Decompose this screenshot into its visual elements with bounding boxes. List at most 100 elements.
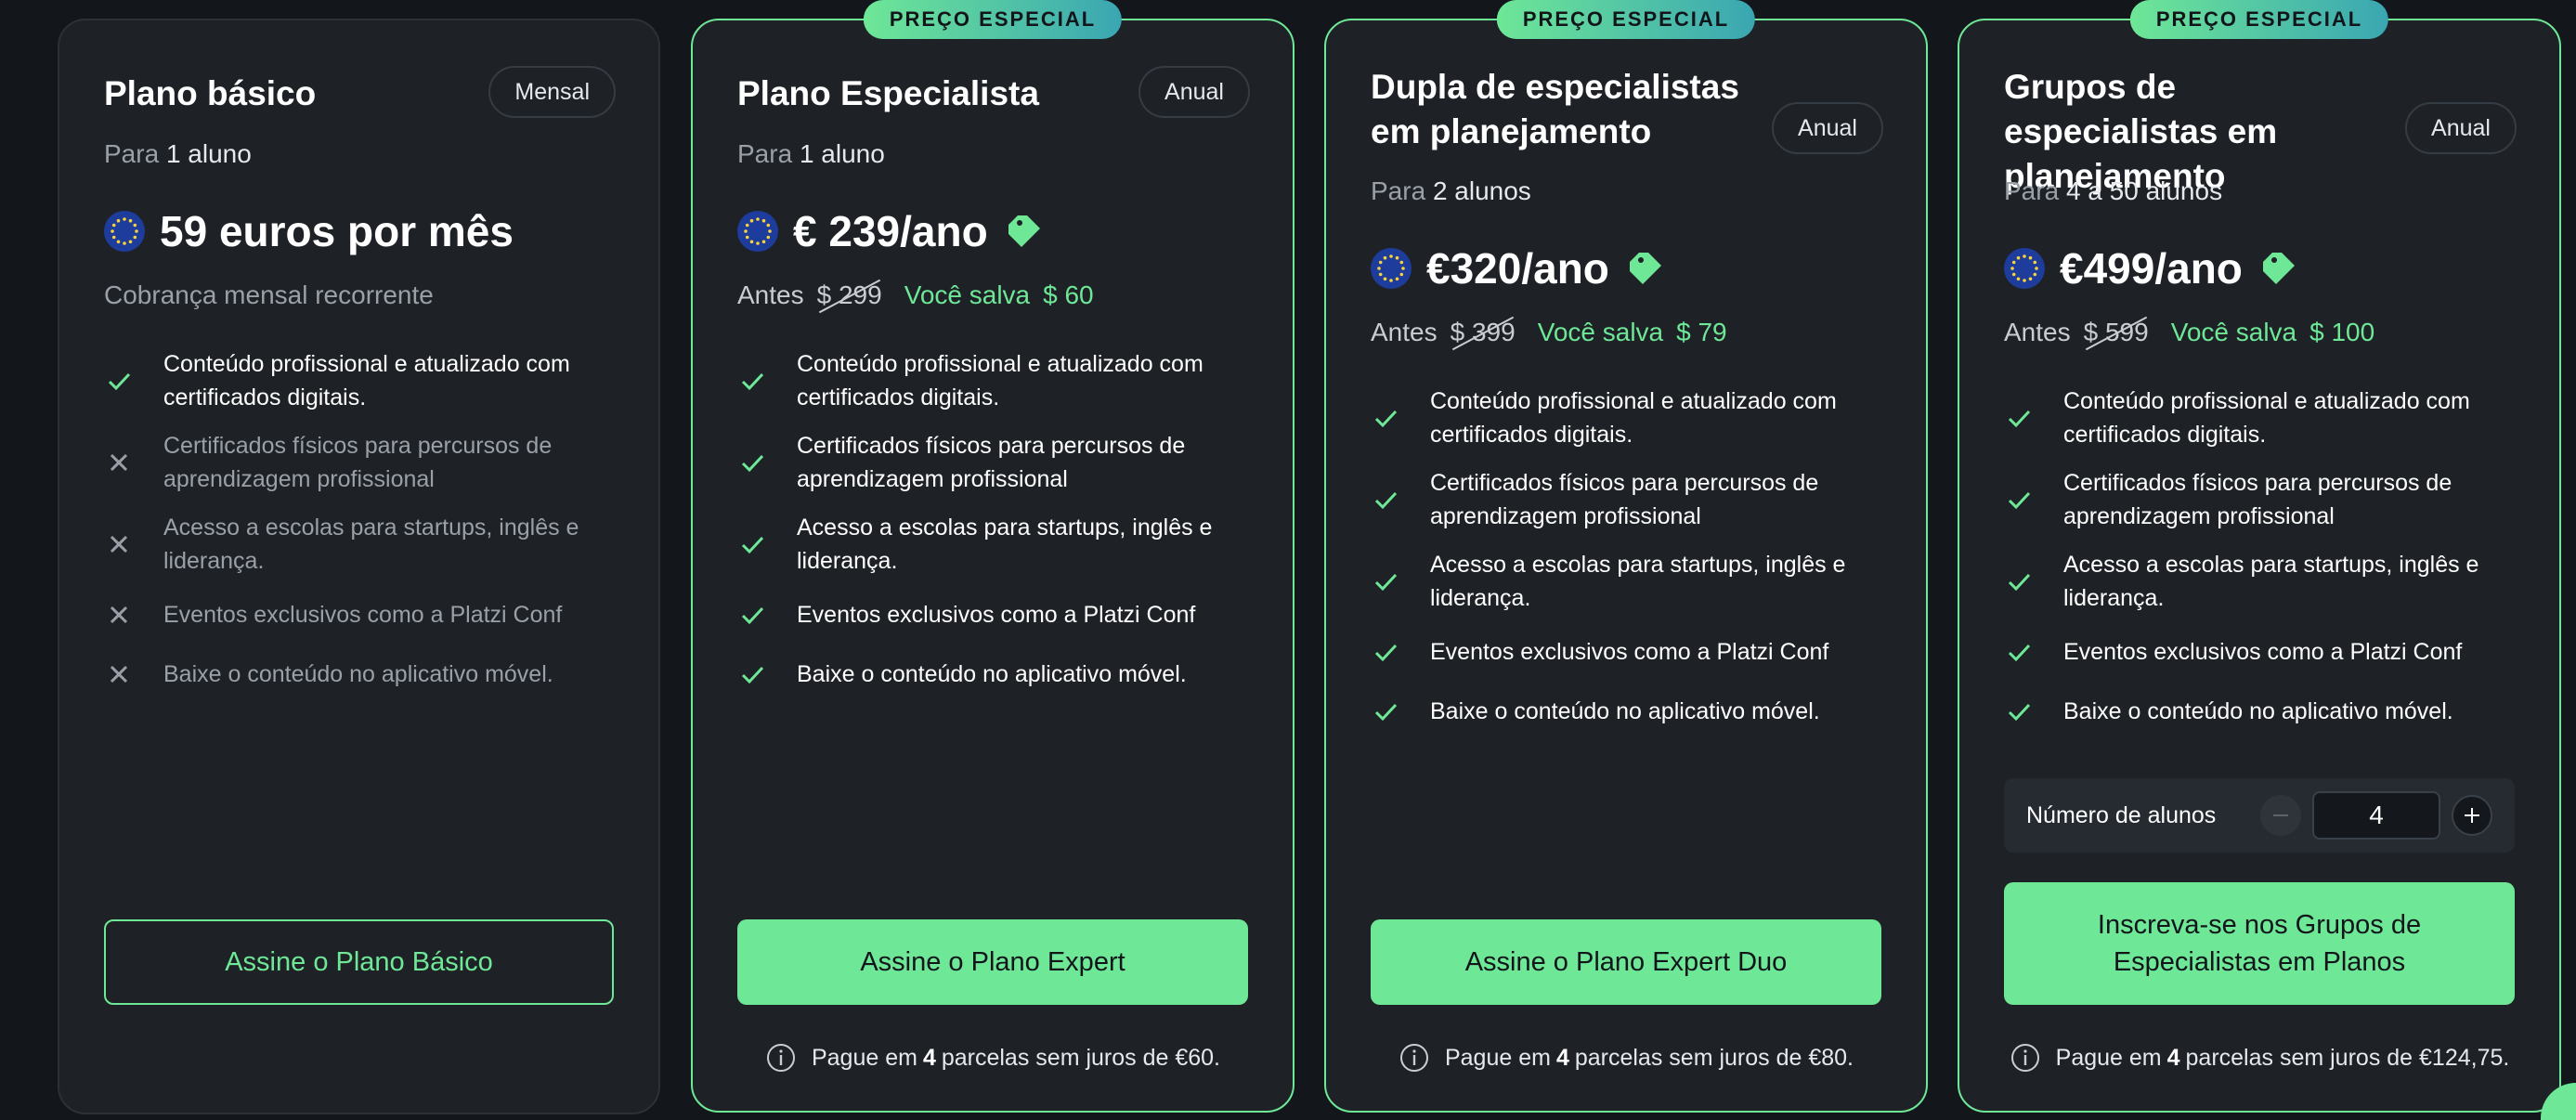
- info-icon: [2010, 1044, 2039, 1072]
- plan-card-expert: PREÇO ESPECIAL Plano Especialista Anual …: [691, 0, 1295, 1113]
- subscribe-expert-duo-button[interactable]: Assine o Plano Expert Duo: [1371, 919, 1881, 1005]
- plan-card-basic: Plano básico Mensal Para 1 aluno 59 euro…: [58, 19, 660, 1114]
- save-label: Você salva: [904, 280, 1031, 309]
- subscribe-groups-button[interactable]: Inscreva-se nos Grupos de Especialistas …: [2004, 882, 2515, 1005]
- installments-note: Pague em 4 parcelas sem juros de €60.: [693, 1042, 1293, 1074]
- feature-list: Conteúdo profissional e atualizado com c…: [737, 347, 1255, 697]
- installments-prefix: Pague em: [2055, 1044, 2162, 1071]
- old-price: $ 399: [1450, 318, 1516, 346]
- save-label: Você salva: [1537, 318, 1664, 346]
- price-row: 59 euros por mês: [104, 206, 514, 256]
- audience-prefix: Para: [1371, 176, 1426, 205]
- installments-count: 4: [1555, 1044, 1569, 1071]
- feature-text: Conteúdo profissional e atualizado com c…: [797, 351, 1203, 410]
- eu-flag-icon: [1371, 248, 1412, 289]
- audience-value: 1 aluno: [799, 139, 885, 168]
- feature-item: Eventos exclusivos como a Platzi Conf: [737, 593, 1255, 637]
- plan-price: 59 euros por mês: [160, 207, 514, 255]
- plan-audience: Para 2 alunos: [1371, 176, 1531, 206]
- feature-text: Conteúdo profissional e atualizado com c…: [1430, 388, 1837, 448]
- plan-audience: Para 1 aluno: [104, 139, 252, 169]
- installments-suffix: parcelas sem juros de €80.: [1574, 1044, 1854, 1071]
- feature-text: Acesso a escolas para startups, inglês e…: [1430, 552, 1846, 611]
- check-icon: [1371, 403, 1430, 433]
- installments-suffix: parcelas sem juros de €124,75.: [2185, 1044, 2510, 1071]
- audience-prefix: Para: [104, 139, 160, 168]
- feature-text: Certificados físicos para percursos de a…: [163, 433, 553, 492]
- minus-icon: [2273, 814, 2288, 816]
- installments-prefix: Pague em: [1444, 1044, 1551, 1071]
- x-icon: [104, 448, 163, 477]
- check-icon: [737, 659, 797, 689]
- save-amount: $ 60: [1043, 280, 1094, 309]
- plan-price: €320/ano: [1426, 244, 1609, 293]
- feature-text: Baixe o conteúdo no aplicativo móvel.: [2063, 698, 2453, 724]
- installments-count: 4: [922, 1044, 936, 1071]
- subscribe-expert-button[interactable]: Assine o Plano Expert: [737, 919, 1248, 1005]
- plan-title: Plano básico: [104, 74, 317, 112]
- eu-flag-icon: [2004, 248, 2045, 289]
- check-icon: [1371, 637, 1430, 667]
- feature-list: Conteúdo profissional e atualizado com c…: [2004, 384, 2522, 734]
- plan-card-expert-duo: PREÇO ESPECIAL Dupla de especialistas em…: [1324, 0, 1928, 1113]
- feature-item: Baixe o conteúdo no aplicativo móvel.: [1371, 689, 1889, 734]
- billing-pill: Anual: [2405, 102, 2517, 154]
- billing-pill: Anual: [1772, 102, 1883, 154]
- installments-note: Pague em 4 parcelas sem juros de €124,75…: [1959, 1042, 2559, 1074]
- price-row: €499/ano: [2004, 243, 2300, 293]
- feature-item: Acesso a escolas para startups, inglês e…: [104, 511, 621, 578]
- check-icon: [2004, 567, 2063, 596]
- installments-prefix: Pague em: [811, 1044, 917, 1071]
- x-icon: [104, 529, 163, 559]
- billing-pill: Anual: [1138, 66, 1250, 118]
- audience-value: 2 alunos: [1432, 176, 1531, 205]
- save-amount: $ 100: [2309, 318, 2375, 346]
- increment-button[interactable]: [2452, 795, 2492, 836]
- check-icon: [1371, 567, 1430, 596]
- check-icon: [2004, 403, 2063, 433]
- eu-flag-icon: [737, 211, 778, 252]
- plan-title: Dupla de especialistas em planejamento: [1371, 68, 1739, 150]
- feature-item: Certificados físicos para percursos de a…: [1371, 466, 1889, 533]
- savings-row: Antes $ 599 Você salva $ 100: [2004, 318, 2374, 347]
- savings-row: Antes $ 399 Você salva $ 79: [1371, 318, 1727, 347]
- check-icon: [737, 366, 797, 396]
- eu-flag-icon: [104, 211, 145, 252]
- special-price-badge: PREÇO ESPECIAL: [863, 0, 1123, 39]
- plan-audience: Para 4 a 50 alunos: [2004, 176, 2222, 206]
- feature-text: Conteúdo profissional e atualizado com c…: [2063, 388, 2470, 448]
- check-icon: [737, 448, 797, 477]
- feature-text: Baixe o conteúdo no aplicativo móvel.: [797, 661, 1187, 687]
- plan-price: € 239/ano: [793, 207, 988, 255]
- feature-item: Acesso a escolas para startups, inglês e…: [1371, 548, 1889, 615]
- price-row: € 239/ano: [737, 206, 1046, 256]
- subscribe-basic-button[interactable]: Assine o Plano Básico: [104, 919, 614, 1005]
- info-icon: [766, 1044, 795, 1072]
- audience-prefix: Para: [737, 139, 793, 168]
- feature-item: Certificados físicos para percursos de a…: [2004, 466, 2522, 533]
- info-icon: [1399, 1044, 1428, 1072]
- decrement-button[interactable]: [2260, 795, 2301, 836]
- special-price-badge: PREÇO ESPECIAL: [1496, 0, 1756, 39]
- feature-item: Eventos exclusivos como a Platzi Conf: [2004, 630, 2522, 674]
- check-icon: [2004, 485, 2063, 514]
- feature-list: Conteúdo profissional e atualizado com c…: [1371, 384, 1889, 734]
- check-icon: [737, 600, 797, 630]
- student-count-input[interactable]: 4: [2312, 791, 2440, 840]
- feature-text: Conteúdo profissional e atualizado com c…: [163, 351, 570, 410]
- feature-text: Eventos exclusivos como a Platzi Conf: [163, 602, 563, 628]
- feature-text: Acesso a escolas para startups, inglês e…: [2063, 552, 2479, 611]
- special-price-badge: PREÇO ESPECIAL: [2129, 0, 2389, 39]
- student-count-label: Número de alunos: [2026, 801, 2217, 828]
- plus-icon: [2465, 808, 2479, 823]
- plan-title: Plano Especialista: [737, 74, 1039, 112]
- save-label: Você salva: [2170, 318, 2297, 346]
- check-icon: [1371, 697, 1430, 726]
- feature-item: Acesso a escolas para startups, inglês e…: [737, 511, 1255, 578]
- check-icon: [2004, 697, 2063, 726]
- installments-suffix: parcelas sem juros de €60.: [941, 1044, 1221, 1071]
- price-tag-icon: [1008, 215, 1040, 247]
- feature-item: Baixe o conteúdo no aplicativo móvel.: [104, 652, 621, 697]
- save-amount: $ 79: [1676, 318, 1727, 346]
- feature-text: Baixe o conteúdo no aplicativo móvel.: [163, 661, 553, 687]
